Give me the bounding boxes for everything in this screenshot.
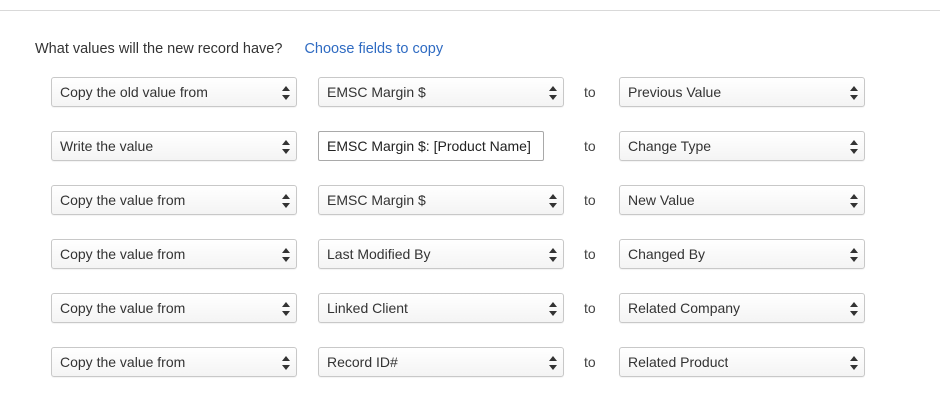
action-select[interactable]: Copy the value from (51, 239, 297, 269)
source-field-value: Record ID# (327, 354, 398, 370)
action-select[interactable]: Copy the old value from (51, 77, 297, 107)
action-select-value: Write the value (60, 138, 154, 154)
source-field-value: Linked Client (327, 300, 408, 316)
write-value-input[interactable] (318, 131, 544, 161)
action-select[interactable]: Copy the value from (51, 293, 297, 323)
source-field-select[interactable]: Last Modified By (318, 239, 564, 269)
action-select[interactable]: Write the value (51, 131, 297, 161)
up-down-chevron-icon (282, 248, 290, 262)
top-divider (0, 10, 940, 11)
source-field-select[interactable]: EMSC Margin $ (318, 185, 564, 215)
to-label: to (584, 84, 596, 100)
up-down-chevron-icon (850, 302, 858, 316)
action-select[interactable]: Copy the value from (51, 347, 297, 377)
action-select-value: Copy the old value from (60, 84, 208, 100)
field-mapping-row: Copy the value from Linked Client to Rel… (51, 293, 866, 325)
up-down-chevron-icon (282, 356, 290, 370)
target-field-value: Related Product (628, 354, 729, 370)
to-label: to (584, 138, 596, 154)
target-field-select[interactable]: New Value (619, 185, 865, 215)
up-down-chevron-icon (549, 86, 557, 100)
up-down-chevron-icon (549, 194, 557, 208)
up-down-chevron-icon (549, 302, 557, 316)
up-down-chevron-icon (850, 248, 858, 262)
up-down-chevron-icon (850, 194, 858, 208)
source-field-select[interactable]: EMSC Margin $ (318, 77, 564, 107)
up-down-chevron-icon (282, 86, 290, 100)
up-down-chevron-icon (282, 194, 290, 208)
target-field-select[interactable]: Change Type (619, 131, 865, 161)
up-down-chevron-icon (850, 86, 858, 100)
field-mapping-row: Copy the value from Record ID# to Relate… (51, 347, 866, 379)
source-field-value: EMSC Margin $ (327, 84, 426, 100)
to-label: to (584, 246, 596, 262)
action-select-value: Copy the value from (60, 192, 186, 208)
to-label: to (584, 300, 596, 316)
to-label: to (584, 192, 596, 208)
source-field-select[interactable]: Linked Client (318, 293, 564, 323)
values-question: What values will the new record have? (35, 41, 283, 57)
target-field-value: Changed By (628, 246, 706, 262)
target-field-value: Related Company (628, 300, 741, 316)
copy-values-heading: What values will the new record have? Ch… (35, 38, 443, 60)
up-down-chevron-icon (282, 140, 290, 154)
target-field-value: Change Type (628, 138, 712, 154)
field-mapping-row: Copy the value from Last Modified By to … (51, 239, 866, 271)
field-mapping-row: Copy the old value from EMSC Margin $ to… (51, 77, 866, 109)
target-field-select[interactable]: Changed By (619, 239, 865, 269)
up-down-chevron-icon (850, 356, 858, 370)
field-mapping-row: Copy the value from EMSC Margin $ to New… (51, 185, 866, 217)
action-select-value: Copy the value from (60, 246, 186, 262)
target-field-select[interactable]: Related Product (619, 347, 865, 377)
source-field-value: Last Modified By (327, 246, 431, 262)
field-mapping-row: Write the value to Change Type (51, 131, 866, 163)
up-down-chevron-icon (549, 248, 557, 262)
up-down-chevron-icon (549, 356, 557, 370)
source-field-select[interactable]: Record ID# (318, 347, 564, 377)
target-field-value: Previous Value (628, 84, 722, 100)
action-select[interactable]: Copy the value from (51, 185, 297, 215)
source-field-value: EMSC Margin $ (327, 192, 426, 208)
target-field-select[interactable]: Previous Value (619, 77, 865, 107)
choose-fields-link[interactable]: Choose fields to copy (304, 41, 443, 57)
action-select-value: Copy the value from (60, 354, 186, 370)
action-select-value: Copy the value from (60, 300, 186, 316)
up-down-chevron-icon (850, 140, 858, 154)
target-field-select[interactable]: Related Company (619, 293, 865, 323)
target-field-value: New Value (628, 192, 695, 208)
up-down-chevron-icon (282, 302, 290, 316)
to-label: to (584, 354, 596, 370)
